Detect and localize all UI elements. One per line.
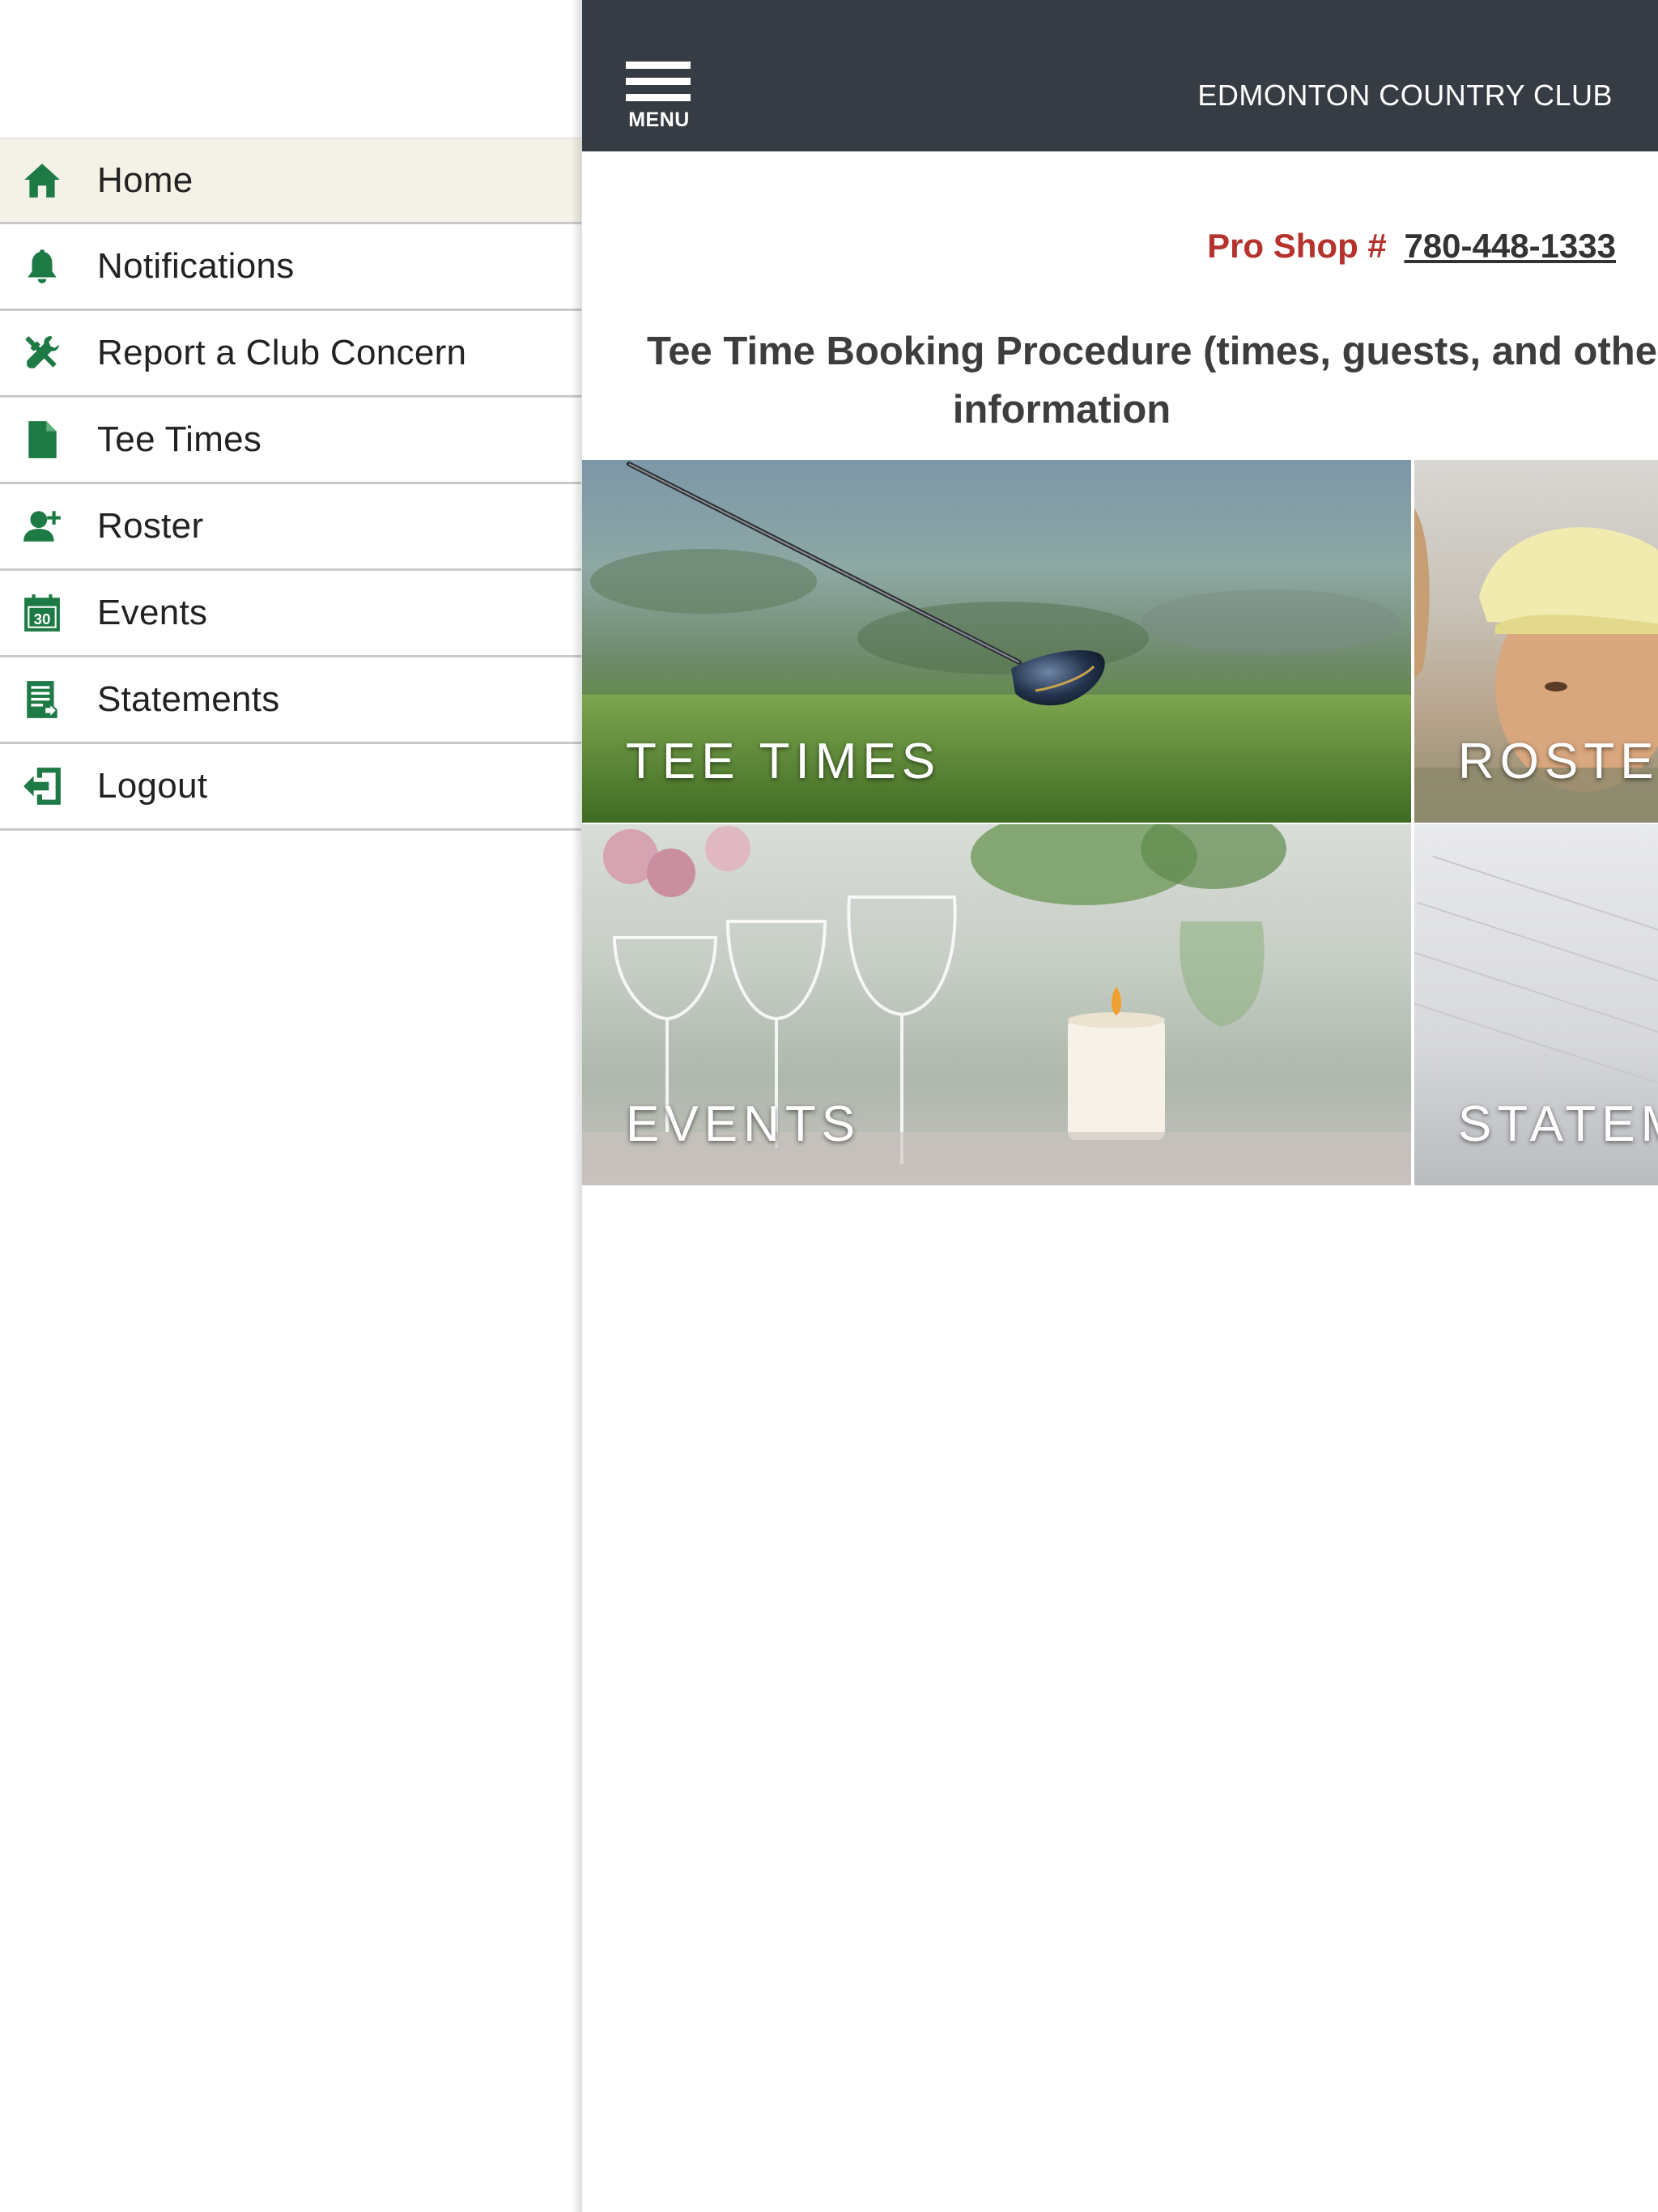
sidebar-item-label: Report a Club Concern	[97, 333, 467, 372]
club-title: EDMONTON COUNTRY CLUB	[1197, 79, 1613, 112]
pro-shop-label: Pro Shop #	[1207, 227, 1387, 265]
tile-label: ROSTER	[1458, 734, 1658, 789]
navigation-drawer: Home Notifications Report a Club Concern…	[0, 0, 581, 2212]
sidebar-item-report-concern[interactable]: Report a Club Concern	[0, 311, 581, 398]
tile-statements[interactable]: STATEMENTS	[1414, 824, 1658, 1185]
sidebar-item-tee-times[interactable]: Tee Times	[0, 398, 581, 484]
pro-shop-contact: Pro Shop # 780-448-1333	[1207, 227, 1616, 266]
document-icon	[21, 419, 63, 461]
bell-icon	[21, 245, 63, 287]
logout-icon	[21, 765, 63, 807]
sidebar-item-logout[interactable]: Logout	[0, 744, 581, 831]
tile-events[interactable]: EVENTS	[582, 824, 1411, 1185]
home-icon	[21, 160, 63, 202]
sidebar-item-label: Home	[97, 160, 193, 200]
tile-label: STATEMENTS	[1458, 1096, 1658, 1152]
drawer-shadow	[572, 0, 583, 2212]
sidebar-item-statements[interactable]: Statements	[0, 657, 581, 744]
sidebar-item-label: Tee Times	[97, 419, 262, 459]
sidebar-item-label: Statements	[97, 679, 280, 719]
main-content: MENU EDMONTON COUNTRY CLUB Pro Shop # 78…	[582, 0, 1658, 2212]
procedure-text-line1: Tee Time Booking Procedure (times, guest…	[647, 330, 1658, 373]
sidebar-item-home[interactable]: Home	[0, 138, 581, 224]
menu-button[interactable]: MENU	[624, 62, 694, 136]
calendar-day-number: 30	[34, 610, 51, 627]
sidebar-item-label: Events	[97, 593, 208, 632]
tools-icon	[21, 332, 63, 374]
statement-icon	[21, 678, 63, 721]
pro-shop-phone-link[interactable]: 780-448-1333	[1404, 227, 1616, 265]
procedure-text-line2: information	[952, 388, 1171, 432]
sidebar-item-label: Notifications	[97, 246, 295, 286]
calendar-icon: 30	[21, 592, 63, 634]
sidebar-item-events[interactable]: 30 Events	[0, 571, 581, 657]
tile-label: EVENTS	[626, 1096, 861, 1152]
tile-label: TEE TIMES	[626, 734, 942, 789]
top-app-bar: MENU EDMONTON COUNTRY CLUB	[582, 0, 1658, 151]
tile-tee-times[interactable]: TEE TIMES	[582, 460, 1411, 823]
sidebar-item-notifications[interactable]: Notifications	[0, 224, 581, 311]
tile-roster[interactable]: ROSTER	[1414, 460, 1658, 823]
sidebar-item-label: Logout	[97, 766, 208, 806]
tee-time-procedure-link[interactable]: Tee Time Booking Procedure (times, guest…	[647, 322, 1658, 432]
sidebar-menu: Home Notifications Report a Club Concern…	[0, 138, 581, 831]
menu-label: MENU	[628, 108, 690, 131]
sidebar-item-roster[interactable]: Roster	[0, 484, 581, 571]
sidebar-item-label: Roster	[97, 506, 204, 546]
person-add-icon	[21, 505, 63, 547]
